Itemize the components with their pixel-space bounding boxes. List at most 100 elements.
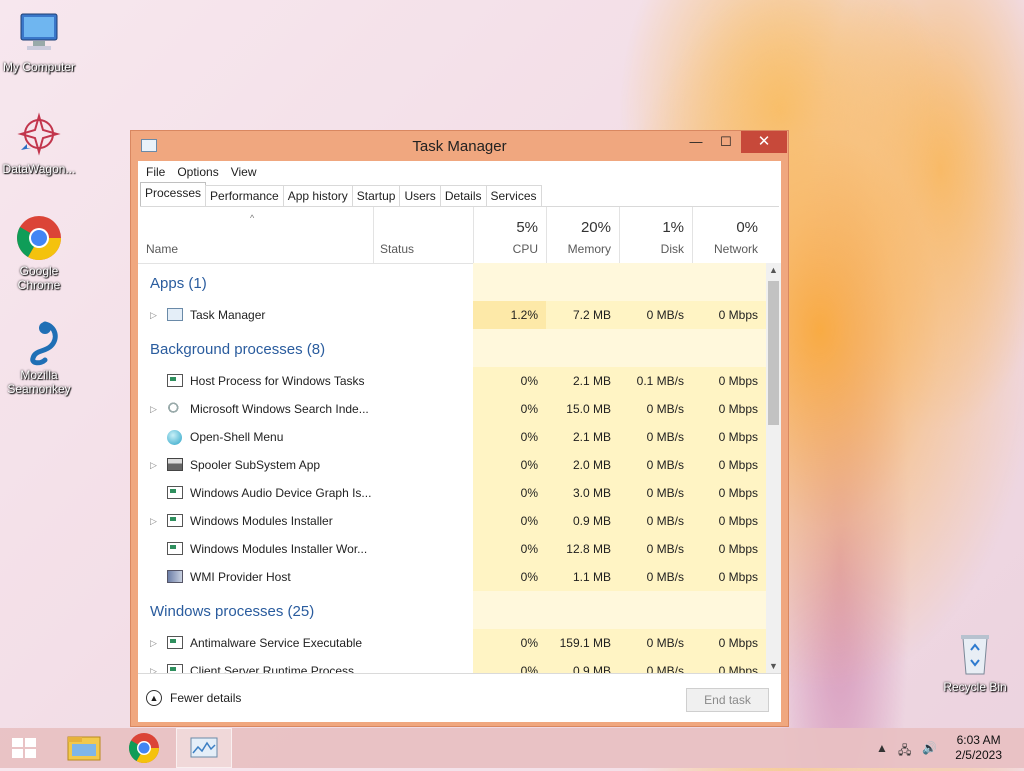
process-name: Host Process for Windows Tasks (190, 374, 365, 388)
process-row[interactable]: ▷ Task Manager 1.2% 7.2 MB 0 MB/s 0 Mbps (138, 301, 766, 329)
expand-arrow-icon[interactable]: ▷ (150, 507, 157, 535)
disk-cell: 0 MB/s (619, 563, 692, 591)
column-status-cell[interactable]: Status (373, 207, 473, 263)
disk-cell: 0 MB/s (619, 629, 692, 657)
expand-arrow-icon[interactable]: ▷ (150, 301, 157, 329)
network-cell: 0 Mbps (692, 367, 766, 395)
tab-users[interactable]: Users (399, 185, 441, 206)
title-bar[interactable]: Task Manager — ☐ ✕ (131, 131, 788, 161)
start-button[interactable] (0, 728, 48, 768)
disk-cell: 0 MB/s (619, 451, 692, 479)
process-row[interactable]: Windows Audio Device Graph Is... 0% 3.0 MB… (138, 479, 766, 507)
network-icon[interactable]: 🖧 (898, 741, 911, 762)
printer-icon (167, 458, 183, 471)
expand-arrow-icon[interactable]: ▷ (150, 657, 157, 673)
chevron-up-icon: ▲ (146, 690, 162, 706)
desktop-icon-my-computer[interactable]: My Computer (0, 10, 78, 74)
window-icon (167, 664, 183, 673)
folder-icon (67, 736, 101, 761)
process-name: Open-Shell Menu (190, 430, 284, 444)
window-icon (167, 636, 183, 649)
memory-cell: 3.0 MB (546, 479, 619, 507)
group-network-cell (692, 263, 766, 301)
process-row[interactable]: ▷ Antimalware Service Executable 0% 159.1 M… (138, 629, 766, 657)
chrome-icon (15, 214, 63, 262)
recycle-bin-icon (951, 630, 999, 678)
desktop-icon-recycle-bin[interactable]: Recycle Bin (936, 630, 1014, 694)
vertical-scrollbar[interactable]: ▲ ▼ (766, 263, 781, 673)
menu-view[interactable]: View (231, 165, 265, 179)
disk-cell: 0 MB/s (619, 423, 692, 451)
tab-details[interactable]: Details (439, 185, 487, 206)
process-row[interactable]: ▷ Microsoft Windows Search Inde... 0% 15.0 … (138, 395, 766, 423)
group-title: Apps (1) (150, 275, 207, 292)
process-row[interactable]: Open-Shell Menu 0% 2.1 MB 0 MB/s 0 Mbps (138, 423, 766, 451)
process-row[interactable]: ▷ Windows Modules Installer 0% 0.9 MB 0 MB/s… (138, 507, 766, 535)
clock[interactable]: 6:03 AM 2/5/2023 (955, 733, 1002, 763)
desktop-icon-label: Recycle Bin (943, 680, 1007, 694)
end-task-button[interactable]: End task (686, 688, 769, 712)
taskbar-task-manager[interactable] (176, 728, 232, 768)
process-row[interactable]: Host Process for Windows Tasks 0% 2.1 MB 0.… (138, 367, 766, 395)
fewer-details-button[interactable]: ▲ Fewer details (146, 690, 241, 706)
expand-arrow-icon[interactable]: ▷ (150, 629, 157, 657)
network-cell: 0 Mbps (692, 395, 766, 423)
window-icon (167, 374, 183, 387)
expand-arrow-icon[interactable]: ▷ (150, 451, 157, 479)
memory-percent: 20% (580, 219, 611, 236)
group-title: Windows processes (25) (150, 603, 315, 620)
computer-icon (15, 10, 63, 58)
desktop-icon-label: Mozilla Seamonkey (7, 368, 71, 396)
column-cpu[interactable]: 5% CPU (473, 207, 546, 263)
desktop-icon-google-chrome[interactable]: Google Chrome (0, 214, 78, 292)
desktop-icon-datawagon[interactable]: DataWagon... (0, 112, 78, 176)
taskbar-chrome[interactable] (116, 728, 172, 768)
cpu-cell: 0% (473, 535, 546, 563)
disk-cell: 0 MB/s (619, 657, 692, 673)
cpu-cell: 1.2% (473, 301, 546, 329)
desktop-icon-seamonkey[interactable]: Mozilla Seamonkey (0, 318, 78, 396)
column-network[interactable]: 0% Network (692, 207, 766, 263)
column-name[interactable]: Name (146, 242, 178, 256)
task-manager-icon (167, 308, 183, 321)
column-memory[interactable]: 20% Memory (546, 207, 619, 263)
minimize-button[interactable]: — (681, 131, 711, 153)
network-cell: 0 Mbps (692, 657, 766, 673)
volume-icon[interactable]: 🔊 (922, 741, 937, 755)
disk-cell: 0 MB/s (619, 479, 692, 507)
tab-services[interactable]: Services (485, 185, 542, 206)
taskbar-file-explorer[interactable] (56, 728, 112, 768)
group-disk-cell (619, 591, 692, 629)
close-button[interactable]: ✕ (741, 131, 787, 153)
desktop-icon-label: DataWagon... (2, 162, 76, 176)
fewer-details-label: Fewer details (170, 691, 242, 705)
desktop-icon-label: My Computer (2, 60, 76, 74)
scroll-up-arrow-icon[interactable]: ▲ (766, 263, 781, 277)
disk-cell: 0 MB/s (619, 507, 692, 535)
tab-startup[interactable]: Startup (351, 185, 401, 206)
tab-app-history[interactable]: App history (282, 185, 353, 206)
maximize-button[interactable]: ☐ (711, 131, 741, 153)
memory-cell: 0.9 MB (546, 507, 619, 535)
scroll-down-arrow-icon[interactable]: ▼ (766, 659, 781, 673)
tab-processes[interactable]: Processes (140, 182, 207, 206)
process-row[interactable]: ▷ Client Server Runtime Process 0% 0.9 MB 0 … (138, 657, 766, 673)
group-disk-cell (619, 329, 692, 367)
seamonkey-icon (15, 318, 63, 366)
process-row[interactable]: ▷ Spooler SubSystem App 0% 2.0 MB 0 MB/s 0 Mb… (138, 451, 766, 479)
column-status: Status (380, 242, 415, 256)
column-disk[interactable]: 1% Disk (619, 207, 692, 263)
memory-cell: 15.0 MB (546, 395, 619, 423)
process-row[interactable]: Windows Modules Installer Wor... 0% 12.8 M… (138, 535, 766, 563)
sort-arrow-icon: ^ (250, 213, 255, 223)
process-row[interactable]: WMI Provider Host 0% 1.1 MB 0 MB/s 0 Mbps (138, 563, 766, 591)
task-manager-window: Task Manager — ☐ ✕ File Options View Pro… (130, 130, 789, 727)
scroll-thumb[interactable] (768, 281, 779, 425)
tray-expand-icon[interactable]: ▲ (876, 741, 888, 755)
menu-options[interactable]: Options (177, 165, 226, 179)
memory-cell: 12.8 MB (546, 535, 619, 563)
expand-arrow-icon[interactable]: ▷ (150, 395, 157, 423)
process-list: Apps (1) ▷ Task Manager 1.2% 7.2 MB 0 MB/s 0 M… (138, 263, 766, 673)
tab-performance[interactable]: Performance (205, 185, 284, 206)
menu-file[interactable]: File (146, 165, 173, 179)
